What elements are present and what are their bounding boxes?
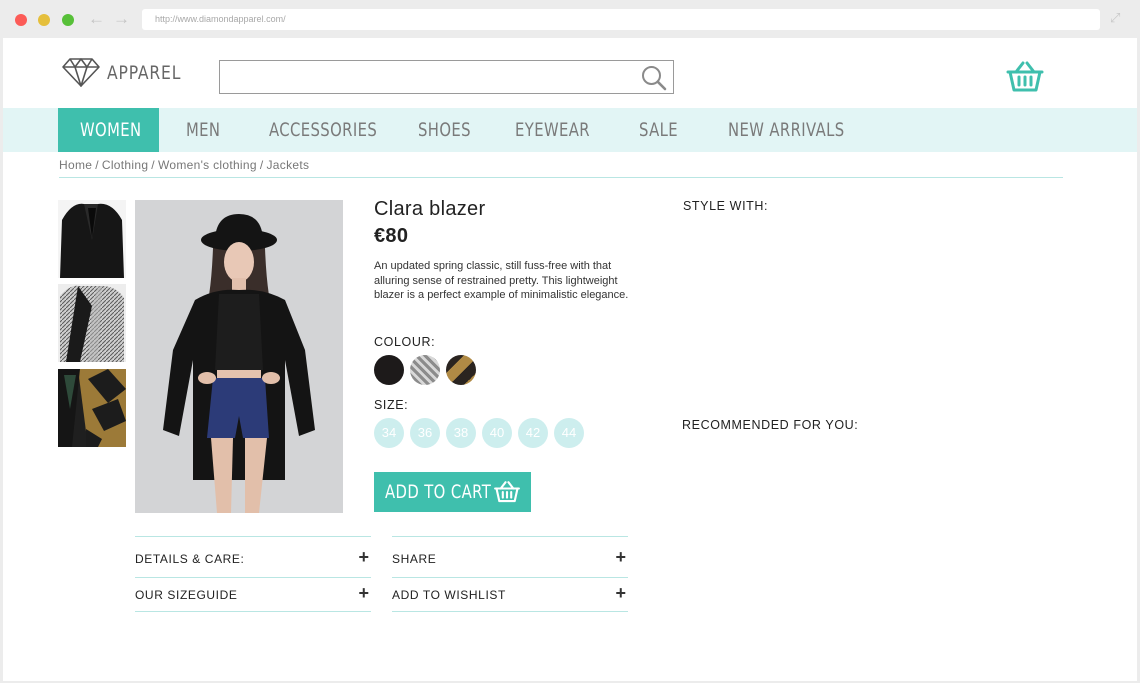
main-navigation: WOMEN MEN ACCESSORIES SHOES EYEWEAR SALE… (3, 108, 1137, 152)
size-option-34[interactable]: 34 (374, 418, 404, 448)
black-blazer-thumbnail-image (58, 200, 126, 278)
web-page: APPAREL WOMEN MEN ACCESSORIES SHOES EYEW… (3, 38, 1137, 681)
size-label: SIZE: (374, 398, 409, 412)
product-thumbnail-grey-pattern[interactable] (58, 284, 126, 362)
colour-swatch-grey-pattern[interactable] (410, 355, 440, 385)
grey-blazer-thumbnail-image (58, 284, 126, 362)
back-arrow-icon[interactable]: ← (88, 9, 105, 29)
product-main-image[interactable] (135, 200, 343, 513)
browser-toolbar: ← → http://www.diamondapparel.com/ ⤢ (0, 0, 1140, 38)
breadcrumb: Home / Clothing / Women's clothing / Jackets (59, 158, 309, 172)
search-icon (642, 66, 667, 91)
diamond-icon (62, 58, 100, 87)
site-logo[interactable]: APPAREL (61, 56, 191, 90)
size-option-42[interactable]: 42 (518, 418, 548, 448)
add-to-wishlist-label: ADD TO WISHLIST (392, 588, 506, 602)
nav-item-accessories[interactable]: ACCESSORIES (269, 108, 408, 152)
breadcrumb-jackets[interactable]: Jackets (267, 158, 310, 172)
forward-arrow-icon[interactable]: → (113, 9, 130, 29)
expand-icon[interactable]: ⤢ (1110, 11, 1124, 25)
product-thumbnail-black[interactable] (58, 200, 126, 278)
plus-icon: + (615, 547, 626, 567)
add-to-cart-label: ADD TO CART (385, 481, 492, 503)
accordion-divider (135, 611, 371, 612)
shopping-basket-button[interactable] (1005, 60, 1045, 94)
browser-window: ← → http://www.diamondapparel.com/ ⤢ APP… (0, 0, 1140, 683)
size-option-44[interactable]: 44 (554, 418, 584, 448)
logo-text: APPAREL (107, 62, 182, 84)
nav-item-men[interactable]: MEN (186, 108, 230, 152)
colour-label: COLOUR: (374, 335, 436, 349)
sizeguide-label: OUR SIZEGUIDE (135, 588, 238, 602)
maximize-window-button[interactable] (62, 14, 74, 26)
size-option-40[interactable]: 40 (482, 418, 512, 448)
basket-icon (494, 481, 520, 503)
breadcrumb-separator: / (95, 158, 99, 172)
accordion-divider (392, 611, 628, 612)
nav-item-eyewear[interactable]: EYEWEAR (515, 108, 611, 152)
plus-icon: + (358, 547, 369, 567)
nav-item-shoes[interactable]: SHOES (418, 108, 486, 152)
gold-blazer-thumbnail-image (58, 369, 126, 447)
search-button[interactable] (641, 65, 667, 91)
share-label: SHARE (392, 552, 437, 566)
breadcrumb-separator: / (151, 158, 155, 172)
details-care-toggle[interactable]: DETAILS & CARE: + (135, 541, 371, 575)
size-option-38[interactable]: 38 (446, 418, 476, 448)
colour-swatch-gold-pattern[interactable] (446, 355, 476, 385)
search-box (219, 60, 674, 94)
product-description: An updated spring classic, still fuss-fr… (374, 260, 629, 301)
nav-item-new-arrivals[interactable]: NEW ARRIVALS (728, 108, 877, 152)
breadcrumb-home[interactable]: Home (59, 158, 92, 172)
close-window-button[interactable] (15, 14, 27, 26)
share-toggle[interactable]: SHARE + (392, 541, 628, 575)
minimize-window-button[interactable] (38, 14, 50, 26)
product-thumbnail-gold-pattern[interactable] (58, 369, 126, 447)
style-with-heading: STYLE WITH: (683, 199, 769, 213)
add-to-wishlist-toggle[interactable]: ADD TO WISHLIST + (392, 577, 628, 611)
address-bar[interactable]: http://www.diamondapparel.com/ (142, 9, 1100, 30)
product-title: Clara blazer (374, 198, 486, 220)
colour-swatch-black[interactable] (374, 355, 404, 385)
breadcrumb-divider (59, 177, 1063, 178)
accordion-divider (135, 536, 371, 537)
accordion-divider (392, 536, 628, 537)
model-wearing-blazer-image (135, 200, 343, 513)
breadcrumb-separator: / (259, 158, 264, 172)
plus-icon: + (615, 583, 626, 603)
plus-icon: + (358, 583, 369, 603)
details-care-label: DETAILS & CARE: (135, 552, 245, 566)
nav-item-sale[interactable]: SALE (639, 108, 689, 152)
breadcrumb-womens-clothing[interactable]: Women's clothing (158, 158, 257, 172)
recommended-heading: RECOMMENDED FOR YOU: (682, 418, 859, 432)
product-price: €80 (374, 225, 409, 247)
search-input[interactable] (220, 61, 630, 93)
basket-icon (1006, 61, 1044, 92)
add-to-cart-button[interactable]: ADD TO CART (374, 472, 531, 512)
breadcrumb-clothing[interactable]: Clothing (102, 158, 148, 172)
sizeguide-toggle[interactable]: OUR SIZEGUIDE + (135, 577, 371, 611)
nav-item-women[interactable]: WOMEN (58, 108, 159, 152)
size-option-36[interactable]: 36 (410, 418, 440, 448)
